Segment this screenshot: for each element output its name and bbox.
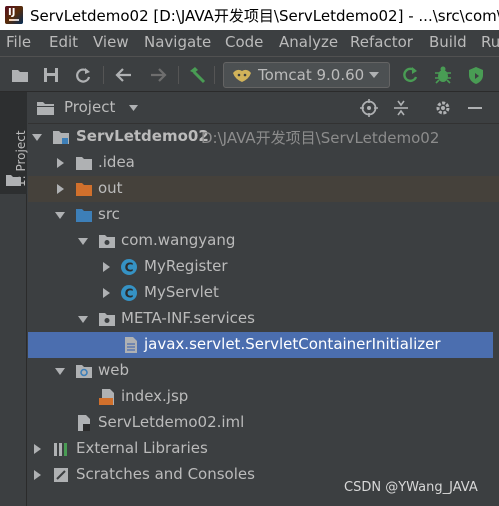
tree-label: web bbox=[98, 361, 130, 379]
menu-build[interactable]: Build bbox=[429, 33, 467, 51]
tree-row-src[interactable]: src bbox=[28, 202, 499, 228]
build-icon[interactable] bbox=[187, 65, 207, 85]
library-icon bbox=[54, 443, 67, 456]
tree-label: ServLetdemo02.iml bbox=[98, 413, 245, 431]
debug-icon[interactable] bbox=[433, 65, 453, 85]
tree-row-project-root[interactable]: ServLetdemo02 D:\JAVA开发项目\ServLetdemo02 bbox=[28, 124, 499, 150]
project-panel-header: Project bbox=[28, 92, 499, 124]
main-toolbar: Tomcat 9.0.60 bbox=[0, 56, 499, 92]
tree-label: External Libraries bbox=[76, 439, 208, 457]
toolbar-separator bbox=[178, 66, 179, 84]
run-configuration-selector[interactable]: Tomcat 9.0.60 bbox=[223, 62, 390, 88]
tree-row-idea[interactable]: .idea bbox=[28, 150, 499, 176]
tree-label: index.jsp bbox=[121, 387, 189, 405]
panel-title: Project bbox=[64, 98, 116, 116]
iml-file-icon bbox=[78, 415, 90, 431]
expanded-arrow-icon[interactable] bbox=[78, 314, 88, 324]
excluded-folder-icon bbox=[76, 183, 92, 196]
forward-icon[interactable] bbox=[148, 65, 168, 85]
window-title: ServLetdemo02 [D:\JAVA开发项目\ServLetdemo02… bbox=[30, 7, 499, 25]
collapsed-arrow-icon[interactable] bbox=[32, 444, 42, 454]
project-tree: ServLetdemo02 D:\JAVA开发项目\ServLetdemo02 … bbox=[28, 124, 499, 506]
tree-label: out bbox=[98, 179, 123, 197]
tree-row-meta-inf-services[interactable]: META-INF.services bbox=[28, 306, 499, 332]
tree-label: com.wangyang bbox=[121, 231, 236, 249]
tree-row-servlet-container-initializer[interactable]: javax.servlet.ServletContainerInitialize… bbox=[28, 332, 493, 358]
expanded-arrow-icon[interactable] bbox=[32, 132, 42, 142]
toolbar-separator bbox=[214, 66, 215, 84]
menu-file[interactable]: File bbox=[6, 33, 31, 51]
menu-edit[interactable]: Edit bbox=[49, 33, 78, 51]
tomcat-icon bbox=[233, 69, 251, 82]
expanded-arrow-icon[interactable] bbox=[78, 236, 88, 246]
folder-icon bbox=[76, 157, 92, 170]
text-file-icon bbox=[125, 337, 137, 353]
sync-icon[interactable] bbox=[73, 65, 93, 85]
tree-row-web[interactable]: web bbox=[28, 358, 499, 384]
jsp-file-icon bbox=[99, 389, 114, 405]
project-tool-window-tab[interactable]: 1: Project bbox=[0, 92, 28, 194]
class-icon: C bbox=[121, 259, 137, 275]
tree-label: MyRegister bbox=[144, 257, 228, 275]
hide-icon[interactable] bbox=[466, 99, 484, 117]
folder-icon bbox=[6, 175, 21, 186]
menu-code[interactable]: Code bbox=[225, 33, 263, 51]
source-folder-icon bbox=[76, 209, 92, 222]
collapse-all-icon[interactable] bbox=[392, 99, 410, 117]
window-titlebar: IJ ServLetdemo02 [D:\JAVA开发项目\ServLetdem… bbox=[0, 0, 499, 30]
tree-path: D:\JAVA开发项目\ServLetdemo02 bbox=[201, 129, 440, 147]
tree-row-myregister[interactable]: C MyRegister bbox=[28, 254, 499, 280]
svg-text:C: C bbox=[125, 287, 134, 301]
watermark: CSDN @YWang_JAVA bbox=[344, 480, 478, 495]
tree-row-iml-file[interactable]: ServLetdemo02.iml bbox=[28, 410, 499, 436]
rerun-icon[interactable] bbox=[400, 65, 420, 85]
tool-window-strip: 1: Project bbox=[0, 92, 28, 506]
expanded-arrow-icon[interactable] bbox=[55, 366, 65, 376]
tree-label: src bbox=[98, 205, 120, 223]
menu-view[interactable]: View bbox=[93, 33, 129, 51]
package-icon bbox=[99, 313, 115, 326]
tree-row-external-libraries[interactable]: External Libraries bbox=[28, 436, 499, 462]
tree-label: META-INF.services bbox=[121, 309, 255, 327]
tree-label: javax.servlet.ServletContainerInitialize… bbox=[144, 335, 441, 353]
menu-analyze[interactable]: Analyze bbox=[279, 33, 338, 51]
module-folder-icon bbox=[53, 131, 69, 144]
coverage-icon[interactable] bbox=[466, 65, 486, 85]
collapsed-arrow-icon[interactable] bbox=[101, 288, 111, 298]
tree-label: MyServlet bbox=[144, 283, 219, 301]
open-icon[interactable] bbox=[10, 65, 30, 85]
menu-refactor[interactable]: Refactor bbox=[350, 33, 413, 51]
toolbar-separator bbox=[103, 66, 104, 84]
back-icon[interactable] bbox=[114, 65, 134, 85]
locate-icon[interactable] bbox=[360, 99, 378, 117]
collapsed-arrow-icon[interactable] bbox=[32, 470, 42, 480]
tree-row-myservlet[interactable]: C MyServlet bbox=[28, 280, 499, 306]
tree-label: ServLetdemo02 bbox=[76, 127, 209, 145]
tree-row-index-jsp[interactable]: index.jsp bbox=[28, 384, 499, 410]
menubar: File Edit View Navigate Code Analyze Ref… bbox=[0, 30, 499, 56]
tree-row-out[interactable]: out bbox=[28, 176, 499, 202]
expanded-arrow-icon[interactable] bbox=[55, 210, 65, 220]
collapsed-arrow-icon[interactable] bbox=[55, 184, 65, 194]
menu-navigate[interactable]: Navigate bbox=[144, 33, 211, 51]
scratches-icon bbox=[54, 468, 68, 482]
class-icon: C bbox=[121, 285, 137, 301]
tree-label: Scratches and Consoles bbox=[76, 465, 255, 483]
collapsed-arrow-icon[interactable] bbox=[55, 158, 65, 168]
project-folder-icon bbox=[37, 102, 54, 115]
logo-text: IJ bbox=[8, 7, 16, 18]
collapsed-arrow-icon[interactable] bbox=[101, 262, 111, 272]
tree-label: .idea bbox=[98, 153, 135, 171]
chevron-down-icon bbox=[369, 72, 379, 78]
intellij-logo-icon: IJ bbox=[5, 6, 23, 24]
menu-run[interactable]: Ru bbox=[481, 33, 499, 51]
save-icon[interactable] bbox=[41, 65, 61, 85]
run-configuration-label: Tomcat 9.0.60 bbox=[258, 66, 365, 84]
gear-icon[interactable] bbox=[434, 99, 452, 117]
web-folder-icon bbox=[76, 365, 92, 378]
svg-text:C: C bbox=[125, 261, 134, 275]
chevron-down-icon[interactable] bbox=[128, 104, 139, 112]
tree-row-package-wangyang[interactable]: com.wangyang bbox=[28, 228, 499, 254]
package-icon bbox=[99, 235, 115, 248]
